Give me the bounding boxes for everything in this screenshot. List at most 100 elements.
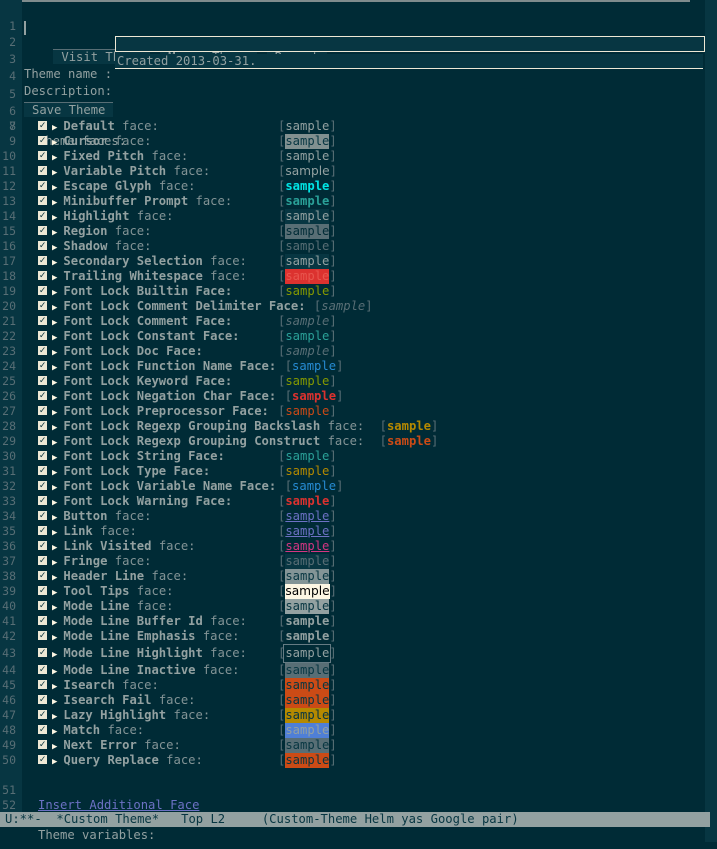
face-sample[interactable]: sample [292,479,336,494]
face-checkbox[interactable]: ✓ [38,196,47,206]
expand-triangle-icon[interactable]: ▶ [52,631,57,646]
face-sample[interactable]: sample [285,269,330,284]
face-checkbox[interactable]: ✓ [38,256,47,266]
face-sample[interactable]: sample [285,149,329,164]
face-checkbox[interactable]: ✓ [38,346,47,356]
face-row: ✓ ▶ Variable Pitch face: [sample] [38,164,337,179]
face-sample[interactable]: sample [285,329,329,344]
face-checkbox[interactable]: ✓ [38,526,47,536]
face-checkbox[interactable]: ✓ [38,511,47,521]
face-checkbox[interactable]: ✓ [38,406,47,416]
face-sample[interactable]: sample [285,554,330,569]
face-sample[interactable]: sample [285,614,329,629]
face-sample[interactable]: sample [285,284,329,299]
face-sample[interactable]: sample [285,509,329,524]
face-sample[interactable]: sample [285,599,330,614]
face-sample[interactable]: sample [285,254,330,269]
face-checkbox[interactable]: ✓ [38,466,47,476]
face-sample[interactable]: sample [285,464,329,479]
face-checkbox[interactable]: ✓ [38,725,47,735]
face-checkbox[interactable]: ✓ [38,631,47,641]
face-checkbox[interactable]: ✓ [38,496,47,506]
face-sample[interactable]: sample [285,708,330,723]
face-sample[interactable]: sample [285,678,330,693]
face-sample-wrapper: [sample] [278,554,337,569]
face-sample[interactable]: sample [285,539,329,554]
face-sample[interactable]: sample [285,374,329,389]
face-checkbox[interactable]: ✓ [38,481,47,491]
face-checkbox[interactable]: ✓ [38,601,47,611]
face-sample[interactable]: sample [285,344,329,359]
face-sample[interactable]: sample [321,299,365,314]
face-sample[interactable]: sample [285,119,329,134]
face-checkbox[interactable]: ✓ [38,331,47,341]
face-checkbox[interactable]: ✓ [38,301,47,311]
face-checkbox[interactable]: ✓ [38,586,47,596]
face-sample[interactable]: sample [285,629,329,644]
face-checkbox[interactable]: ✓ [38,136,47,146]
face-checkbox[interactable]: ✓ [38,680,47,690]
face-sample[interactable]: sample [285,224,330,239]
face-sample[interactable]: sample [285,753,330,768]
face-sample[interactable]: sample [283,644,332,663]
face-sample-wrapper: [sample] [278,119,337,134]
face-sample[interactable]: sample [285,404,329,419]
face-checkbox[interactable]: ✓ [38,211,47,221]
face-checkbox[interactable]: ✓ [38,391,47,401]
face-sample[interactable]: sample [285,584,330,599]
description-input[interactable]: Created 2013-03-31. [115,54,703,69]
face-checkbox[interactable]: ✓ [38,421,47,431]
face-checkbox[interactable]: ✓ [38,271,47,281]
face-checkbox[interactable]: ✓ [38,436,47,446]
face-checkbox[interactable]: ✓ [38,710,47,720]
face-checkbox[interactable]: ✓ [38,665,47,675]
scrollbar[interactable] [705,0,717,842]
face-sample[interactable]: sample [285,194,329,209]
face-checkbox[interactable]: ✓ [38,226,47,236]
face-checkbox[interactable]: ✓ [38,695,47,705]
face-checkbox[interactable]: ✓ [38,740,47,750]
expand-triangle-icon[interactable]: ▶ [52,755,57,770]
face-sample[interactable]: sample [285,164,329,179]
face-sample[interactable]: sample [285,693,330,708]
face-sample[interactable]: sample [292,359,336,374]
face-sample[interactable]: sample [285,314,329,329]
face-name: Font Lock Type Face: [63,464,211,478]
expand-triangle-icon[interactable]: ▶ [52,648,57,663]
face-label-suffix: face: [129,584,174,598]
face-checkbox[interactable]: ✓ [38,181,47,191]
face-sample[interactable]: sample [285,239,329,254]
face-sample[interactable]: sample [285,134,330,149]
face-sample[interactable]: sample [285,449,329,464]
face-checkbox[interactable]: ✓ [38,376,47,386]
face-checkbox[interactable]: ✓ [38,316,47,326]
face-sample[interactable]: sample [387,419,431,434]
face-sample[interactable]: sample [285,179,329,194]
face-sample[interactable]: sample [285,569,330,584]
face-checkbox[interactable]: ✓ [38,121,47,131]
face-sample[interactable]: sample [285,663,330,678]
face-sample[interactable]: sample [285,524,329,539]
face-sample[interactable]: sample [292,389,336,404]
face-checkbox[interactable]: ✓ [38,571,47,581]
face-checkbox[interactable]: ✓ [38,755,47,765]
face-checkbox[interactable]: ✓ [38,541,47,551]
face-checkbox[interactable]: ✓ [38,166,47,176]
face-sample[interactable]: sample [387,434,431,449]
face-sample[interactable]: sample [285,209,330,224]
face-checkbox[interactable]: ✓ [38,451,47,461]
face-checkbox[interactable]: ✓ [38,556,47,566]
face-checkbox[interactable]: ✓ [38,151,47,161]
face-checkbox[interactable]: ✓ [38,286,47,296]
face-sample[interactable]: sample [285,723,330,738]
face-sample[interactable]: sample [285,738,330,753]
insert-additional-face-link[interactable]: Insert Additional Face [38,798,199,813]
face-checkbox[interactable]: ✓ [38,241,47,251]
modeline-modes[interactable]: (Custom-Theme Helm yas Google pair) [262,812,519,826]
save-theme-button[interactable]: Save Theme [24,102,114,117]
face-checkbox[interactable]: ✓ [38,616,47,626]
face-checkbox[interactable]: ✓ [38,648,47,658]
face-sample[interactable]: sample [285,494,329,509]
theme-name-input[interactable] [115,36,705,52]
face-checkbox[interactable]: ✓ [38,361,47,371]
